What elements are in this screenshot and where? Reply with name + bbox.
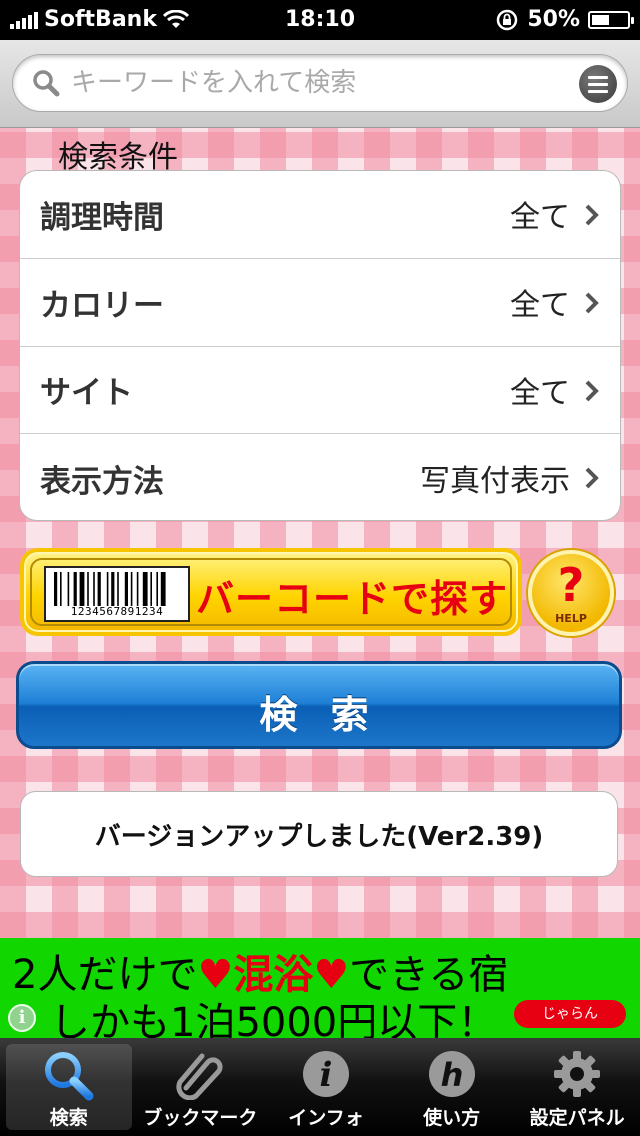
chevron-right-icon [585, 292, 599, 314]
help-h-icon: h [428, 1051, 475, 1097]
search-field[interactable] [12, 54, 628, 112]
condition-row-site[interactable]: サイト 全て [20, 347, 620, 435]
chevron-right-icon [585, 467, 599, 489]
condition-label: 調理時間 [40, 199, 164, 236]
condition-label: カロリー [40, 287, 164, 324]
barcode-bar [117, 572, 119, 606]
info-icon: i [302, 1051, 349, 1097]
svg-text:i: i [320, 1055, 333, 1095]
barcode-bar [142, 572, 148, 606]
condition-row-cook-time[interactable]: 調理時間 全て [20, 171, 620, 259]
menu-button[interactable] [579, 65, 617, 103]
paperclip-icon [176, 1053, 223, 1100]
condition-value: 全て [510, 200, 570, 236]
barcode-bar [97, 572, 101, 606]
search-icon [44, 1052, 94, 1101]
version-notice[interactable]: バージョンアップしました(Ver2.39) [20, 791, 618, 877]
barcode-bar [124, 572, 128, 606]
barcode-number: 1234567891234 [70, 605, 164, 618]
barcode-bar [87, 572, 89, 606]
barcode-bar [156, 572, 158, 606]
tab-bar: 検索 ブックマーク i インフォ h 使い方 設定パネル [0, 1038, 640, 1136]
barcode-search-button[interactable]: 1234567891234 バーコードで探す [20, 548, 522, 636]
barcode-bar [54, 572, 58, 606]
condition-value: 全て [510, 288, 570, 324]
tab-howto[interactable]: h 使い方 [389, 1038, 515, 1136]
barcode-bar [111, 572, 115, 606]
barcode-bar [136, 572, 139, 606]
question-icon: ? [557, 558, 585, 612]
battery-icon [588, 10, 634, 29]
tab-label: ブックマーク [143, 1107, 258, 1129]
barcode-icon: 1234567891234 [44, 566, 190, 622]
search-icon [33, 70, 60, 97]
svg-text:h: h [440, 1056, 463, 1094]
tab-info[interactable]: i インフォ [263, 1038, 389, 1136]
help-label: HELP [555, 612, 587, 625]
battery-percent: 50% [527, 7, 580, 32]
barcode-bar [79, 572, 85, 606]
condition-row-calorie[interactable]: カロリー 全て [20, 259, 620, 347]
condition-label: 表示方法 [40, 463, 164, 500]
barcode-bar [60, 572, 62, 606]
search-button-label: 検 索 [259, 693, 379, 737]
barcode-bar [160, 572, 166, 606]
menu-icon-line [588, 75, 608, 79]
barcode-bar [73, 572, 77, 606]
barcode-bar [130, 572, 133, 606]
barcode-bar [150, 572, 152, 606]
status-right: 50% [495, 7, 634, 32]
tab-label: 使い方 [423, 1107, 481, 1129]
condition-value: 全て [510, 375, 570, 411]
gear-icon [554, 1051, 601, 1097]
tab-label: 設定パネル [529, 1107, 625, 1129]
tab-search[interactable]: 検索 [6, 1044, 132, 1130]
condition-value: 写真付表示 [420, 464, 570, 500]
barcode-bar [106, 572, 109, 606]
condition-label: サイト [40, 375, 133, 412]
chevron-right-icon [585, 204, 599, 226]
tab-settings[interactable]: 設定パネル [514, 1038, 640, 1136]
chevron-right-icon [585, 380, 599, 401]
tab-label: インフォ [288, 1107, 364, 1129]
barcode-bar [67, 572, 70, 606]
barcode-button-label: バーコードで探す [196, 577, 509, 621]
ad-info-icon[interactable]: i [8, 1004, 36, 1032]
search-bar [0, 40, 640, 128]
version-notice-text: バージョンアップしました(Ver2.39) [94, 821, 544, 852]
ad-line-2: しかも1泊5000円以下！ [50, 1000, 498, 1038]
search-button[interactable]: 検 索 [16, 661, 622, 749]
conditions-list: 調理時間 全て カロリー 全て サイト 全て 表示方法 写真付表示 [19, 170, 621, 521]
search-input[interactable] [71, 65, 571, 101]
ad-brand-logo: じゃらん [514, 1000, 626, 1028]
tab-bookmark[interactable]: ブックマーク [138, 1038, 264, 1136]
help-button[interactable]: ? HELP [528, 550, 614, 636]
tab-label: 検索 [49, 1107, 88, 1129]
barcode-bar [93, 572, 95, 606]
orientation-lock-icon [497, 9, 518, 30]
condition-row-display[interactable]: 表示方法 写真付表示 [20, 434, 620, 520]
status-bar: SoftBank 18:10 50% [0, 0, 640, 40]
ad-banner[interactable]: 2人だけで♥混浴♥できる宿 しかも1泊5000円以下！ i じゃらん [0, 938, 640, 1038]
